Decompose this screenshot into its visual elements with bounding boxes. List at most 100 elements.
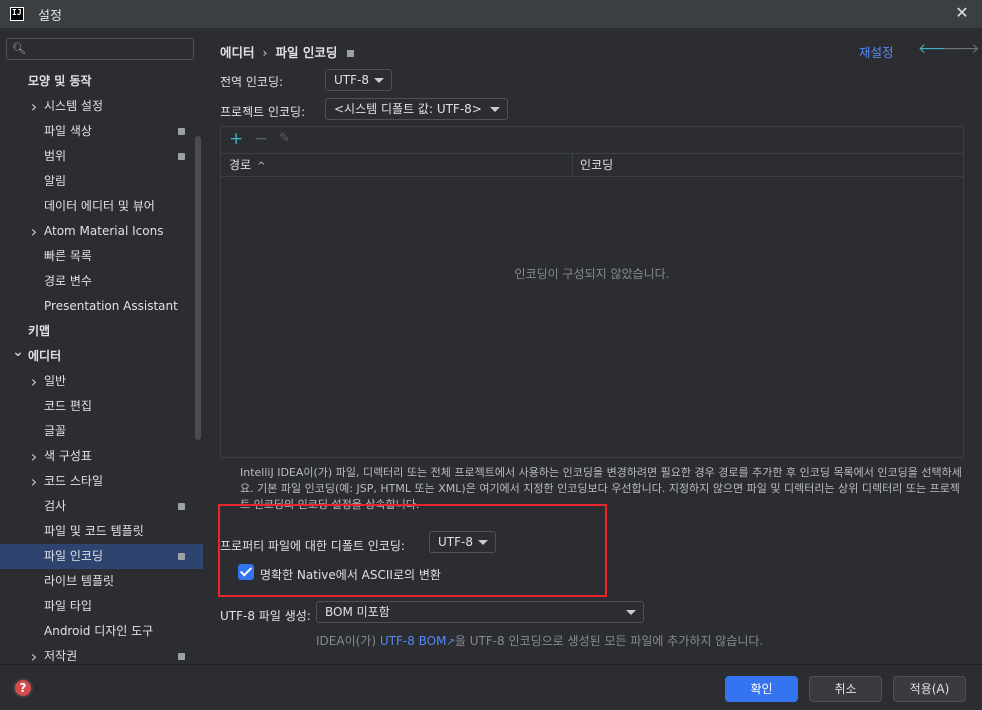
sidebar-item-label: 모양 및 동작 <box>28 74 92 88</box>
breadcrumb-parent[interactable]: 에디터 <box>220 45 255 60</box>
column-header-encoding[interactable]: 인코딩 <box>580 154 613 176</box>
sidebar-item-label: 일반 <box>44 374 67 388</box>
project-level-icon <box>178 153 185 160</box>
sidebar-item[interactable]: 검사 <box>0 494 203 519</box>
sidebar-item-label: 라이브 템플릿 <box>44 574 115 588</box>
bom-note: IDEA이(가) UTF-8 BOM↗을 UTF-8 인코딩으로 생성된 모든 … <box>316 632 763 649</box>
chevron-right-icon[interactable]: › <box>28 219 40 244</box>
sort-ascending-icon: ^ <box>257 161 266 172</box>
sidebar-item[interactable]: 키맵 <box>0 319 203 344</box>
forward-arrow-icon[interactable]: 🡒 <box>942 40 980 57</box>
sidebar-item[interactable]: › 일반 <box>0 369 203 394</box>
sidebar-item[interactable]: › Atom Material Icons <box>0 219 203 244</box>
table-header: 경로 ^ 인코딩 <box>221 153 963 177</box>
close-icon[interactable]: ✕ <box>954 5 970 21</box>
sidebar-item-label: Presentation Assistant <box>44 299 178 313</box>
help-icon[interactable]: ? <box>13 678 33 698</box>
sidebar-item[interactable]: 파일 인코딩 <box>0 544 203 569</box>
sidebar-item-label: 코드 편집 <box>44 399 92 413</box>
project-encoding-dropdown[interactable]: <시스템 디폴트 값: UTF-8> <box>325 98 508 120</box>
breadcrumb-separator: › <box>262 45 268 60</box>
cancel-button[interactable]: 취소 <box>809 676 882 702</box>
sidebar-item[interactable]: ⌄ 에디터 <box>0 344 203 369</box>
properties-encoding-label: 프로퍼티 파일에 대한 디폴트 인코딩: <box>220 539 405 553</box>
project-level-icon <box>178 653 185 660</box>
settings-content: 에디터 › 파일 인코딩 재설정 🡐 🡒 전역 인코딩: UTF-8 프로젝트 인코… <box>203 28 982 664</box>
chevron-right-icon[interactable]: › <box>28 369 40 394</box>
ok-button[interactable]: 확인 <box>725 676 798 702</box>
sidebar-item-label: 에디터 <box>28 349 62 363</box>
global-encoding-dropdown[interactable]: UTF-8 <box>325 69 392 91</box>
encoding-description: IntelliJ IDEA이(가) 파일, 디렉터리 또는 전체 프로젝트에서 … <box>240 466 962 511</box>
sidebar-item[interactable]: 파일 색상 <box>0 119 203 144</box>
settings-sidebar: 🔍︎ 모양 및 동작 › 시스템 설정파일 색상범위알림데이터 에디터 및 뷰어 › A… <box>0 28 203 664</box>
sidebar-item[interactable]: 파일 타입 <box>0 594 203 619</box>
sidebar-item-label: Android 디자인 도구 <box>44 624 154 638</box>
dialog-footer: ? 확인 취소 적용(A) <box>0 664 982 710</box>
sidebar-item[interactable]: 데이터 에디터 및 뷰어 <box>0 194 203 219</box>
add-icon[interactable]: + <box>229 129 243 149</box>
sidebar-item-label: 저작권 <box>44 649 78 663</box>
sidebar-item-label: 빠른 목록 <box>44 249 92 263</box>
sidebar-item-label: 파일 및 코드 템플릿 <box>44 524 144 538</box>
window-title: 설정 <box>38 8 62 24</box>
sidebar-item-label: Atom Material Icons <box>44 224 164 238</box>
sidebar-item[interactable]: 라이브 템플릿 <box>0 569 203 594</box>
sidebar-item[interactable]: 코드 편집 <box>0 394 203 419</box>
utf8-bom-link-text: UTF-8 BOM <box>379 634 447 648</box>
sidebar-item[interactable]: Presentation Assistant <box>0 294 203 319</box>
chevron-right-icon[interactable]: › <box>28 469 40 494</box>
sidebar-item-label: 글꼴 <box>44 424 67 438</box>
breadcrumb: 에디터 › 파일 인코딩 <box>220 42 355 61</box>
chevron-down-icon[interactable]: ⌄ <box>12 340 24 365</box>
search-input[interactable] <box>31 41 191 57</box>
native-to-ascii-label[interactable]: 명확한 Native에서 ASCII로의 변환 <box>260 566 441 583</box>
chevron-right-icon[interactable]: › <box>28 644 40 664</box>
sidebar-item[interactable]: 범위 <box>0 144 203 169</box>
bom-note-suffix: 을 UTF-8 인코딩으로 생성된 모든 파일에 추가하지 않습니다. <box>454 634 764 648</box>
edit-icon[interactable]: ✎ <box>279 131 290 146</box>
sidebar-item-label: 파일 타입 <box>44 599 92 613</box>
sidebar-scrollbar[interactable] <box>195 136 201 440</box>
sidebar-item[interactable]: › 저작권 <box>0 644 203 664</box>
bom-label: UTF-8 파일 생성: <box>220 609 311 623</box>
sidebar-item-label: 파일 인코딩 <box>44 549 104 563</box>
sidebar-item-label: 검사 <box>44 499 67 513</box>
sidebar-item-label: 파일 색상 <box>44 124 92 138</box>
project-level-icon <box>178 553 185 560</box>
sidebar-item[interactable]: › 시스템 설정 <box>0 94 203 119</box>
sidebar-item-label: 색 구성표 <box>44 449 92 463</box>
sidebar-item[interactable]: 모양 및 동작 <box>0 69 203 94</box>
sidebar-item[interactable]: 경로 변수 <box>0 269 203 294</box>
column-header-path[interactable]: 경로 ^ <box>229 154 265 176</box>
sidebar-item[interactable]: 파일 및 코드 템플릿 <box>0 519 203 544</box>
column-divider[interactable] <box>572 154 573 176</box>
sidebar-item-label: 코드 스타일 <box>44 474 104 488</box>
search-box[interactable]: 🔍︎ <box>6 38 194 60</box>
remove-icon[interactable]: − <box>254 129 268 149</box>
chevron-right-icon[interactable]: › <box>28 94 40 119</box>
search-icon: 🔍︎ <box>12 42 26 55</box>
chevron-right-icon[interactable]: › <box>28 444 40 469</box>
utf8-bom-link[interactable]: UTF-8 BOM↗ <box>380 634 455 648</box>
project-level-icon <box>178 128 185 135</box>
properties-encoding-dropdown[interactable]: UTF-8 <box>429 531 496 553</box>
sidebar-item-label: 데이터 에디터 및 뷰어 <box>44 199 155 213</box>
intellij-logo-icon: IJ <box>10 7 24 21</box>
bom-dropdown[interactable]: BOM 미포함 <box>316 601 644 623</box>
native-to-ascii-checkbox[interactable] <box>238 564 254 580</box>
sidebar-item[interactable]: › 코드 스타일 <box>0 469 203 494</box>
chevron-down-icon <box>478 540 488 545</box>
sidebar-item-label: 범위 <box>44 149 67 163</box>
sidebar-item-label: 시스템 설정 <box>44 99 104 113</box>
global-encoding-value: UTF-8 <box>334 73 369 87</box>
sidebar-item[interactable]: 글꼴 <box>0 419 203 444</box>
apply-button[interactable]: 적용(A) <box>893 676 966 702</box>
reset-link[interactable]: 재설정 <box>859 42 894 61</box>
sidebar-item[interactable]: 빠른 목록 <box>0 244 203 269</box>
chevron-down-icon <box>374 78 384 83</box>
sidebar-item[interactable]: Android 디자인 도구 <box>0 619 203 644</box>
column-header-path-label: 경로 <box>229 158 252 172</box>
sidebar-item[interactable]: 알림 <box>0 169 203 194</box>
sidebar-item[interactable]: › 색 구성표 <box>0 444 203 469</box>
